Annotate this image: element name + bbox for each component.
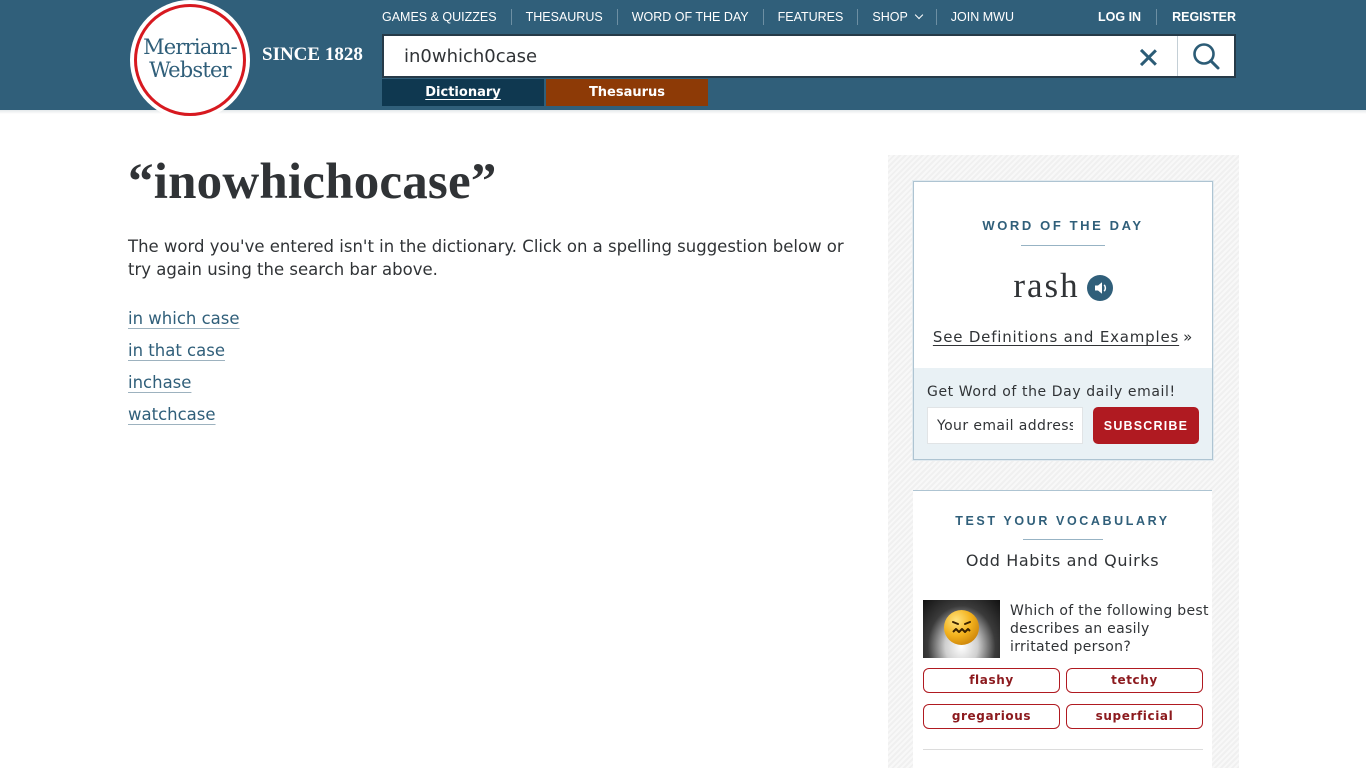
vocab-subtitle: Odd Habits and Quirks	[965, 551, 1160, 570]
divider	[1021, 245, 1105, 246]
speaker-icon[interactable]	[1086, 275, 1113, 301]
chevron-down-icon	[914, 10, 924, 20]
logo-line1: Merriam-	[143, 35, 238, 59]
search-icon	[1193, 43, 1220, 70]
tab-thesaurus[interactable]: Thesaurus	[546, 79, 708, 106]
list-item: in that case	[128, 341, 240, 373]
annoyed-emoji-icon	[944, 610, 979, 645]
quiz-option-button[interactable]: gregarious	[923, 704, 1060, 729]
right-sidebar: WORD OF THE DAY rash See Definitions and…	[888, 155, 1239, 768]
suggestion-link[interactable]: in that case	[128, 341, 225, 360]
nav-thesaurus[interactable]: THESAURUS	[510, 9, 617, 25]
since-1828-tagline: SINCE 1828	[262, 44, 363, 65]
logo-line2: Webster	[149, 58, 232, 82]
login-link[interactable]: LOG IN	[1083, 9, 1156, 25]
suggestion-link[interactable]: watchcase	[128, 405, 216, 424]
subscribe-button[interactable]: SUBSCRIBE	[1093, 407, 1199, 444]
not-found-message: The word you've entered isn't in the dic…	[128, 237, 844, 279]
vocab-quiz-card: TEST YOUR VOCABULARY Odd Habits and Quir…	[913, 490, 1212, 768]
word-of-the-day-card: WORD OF THE DAY rash See Definitions and…	[913, 181, 1213, 460]
suggestion-link[interactable]: inchase	[128, 373, 191, 392]
quiz-image	[923, 600, 1000, 658]
nav-join-mwu[interactable]: JOIN MWU	[935, 9, 1028, 25]
close-icon[interactable]	[1136, 46, 1160, 68]
list-item: in which case	[128, 309, 240, 341]
quiz-option-button[interactable]: superficial	[1066, 704, 1203, 729]
list-item: watchcase	[128, 405, 240, 437]
quiz-option-button[interactable]: flashy	[923, 668, 1060, 693]
nav-features[interactable]: FEATURES	[762, 9, 858, 25]
account-links: LOG IN REGISTER	[1083, 8, 1236, 26]
tab-dictionary-label: Dictionary	[425, 85, 501, 100]
page-title: “inowhichocase”	[128, 154, 497, 210]
emoji-face	[952, 621, 971, 633]
wod-email-signup: Get Word of the Day daily email! SUBSCRI…	[914, 360, 1212, 459]
register-link[interactable]: REGISTER	[1156, 9, 1236, 25]
divider	[923, 749, 1203, 750]
logo-text: Merriam- Webster	[130, 36, 250, 82]
wod-word-row: rash	[914, 266, 1212, 306]
wod-link-row: See Definitions and Examples»	[914, 328, 1212, 346]
speaker-glyph	[1094, 282, 1106, 294]
divider	[1023, 539, 1103, 540]
nav-word-of-the-day[interactable]: WORD OF THE DAY	[616, 9, 763, 25]
nav-games-quizzes[interactable]: GAMES & QUIZZES	[382, 9, 511, 25]
nav-shop[interactable]: SHOP	[857, 9, 935, 25]
merriam-webster-logo[interactable]: Merriam- Webster	[130, 0, 250, 120]
nav-shop-label: SHOP	[872, 10, 908, 24]
spelling-suggestions: in which case in that case inchase watch…	[128, 309, 240, 437]
email-field[interactable]	[927, 407, 1083, 444]
wod-word[interactable]: rash	[1013, 266, 1079, 306]
email-signup-label: Get Word of the Day daily email!	[927, 384, 1176, 400]
quiz-option-button[interactable]: tetchy	[1066, 668, 1203, 693]
vocab-heading: TEST YOUR VOCABULARY	[955, 514, 1170, 528]
quiz-question: Which of the following best describes an…	[1010, 603, 1209, 655]
see-definitions-link[interactable]: See Definitions and Examples	[933, 328, 1179, 346]
raquo-glyph: »	[1183, 328, 1194, 346]
list-item: inchase	[128, 373, 240, 405]
wod-heading: WORD OF THE DAY	[982, 218, 1144, 233]
tab-dictionary[interactable]: Dictionary	[382, 79, 544, 106]
top-nav: GAMES & QUIZZES THESAURUS WORD OF THE DA…	[382, 8, 1028, 26]
suggestion-link[interactable]: in which case	[128, 309, 240, 328]
search-bar	[382, 34, 1236, 78]
search-input[interactable]	[404, 44, 1104, 68]
search-button[interactable]	[1177, 36, 1234, 76]
